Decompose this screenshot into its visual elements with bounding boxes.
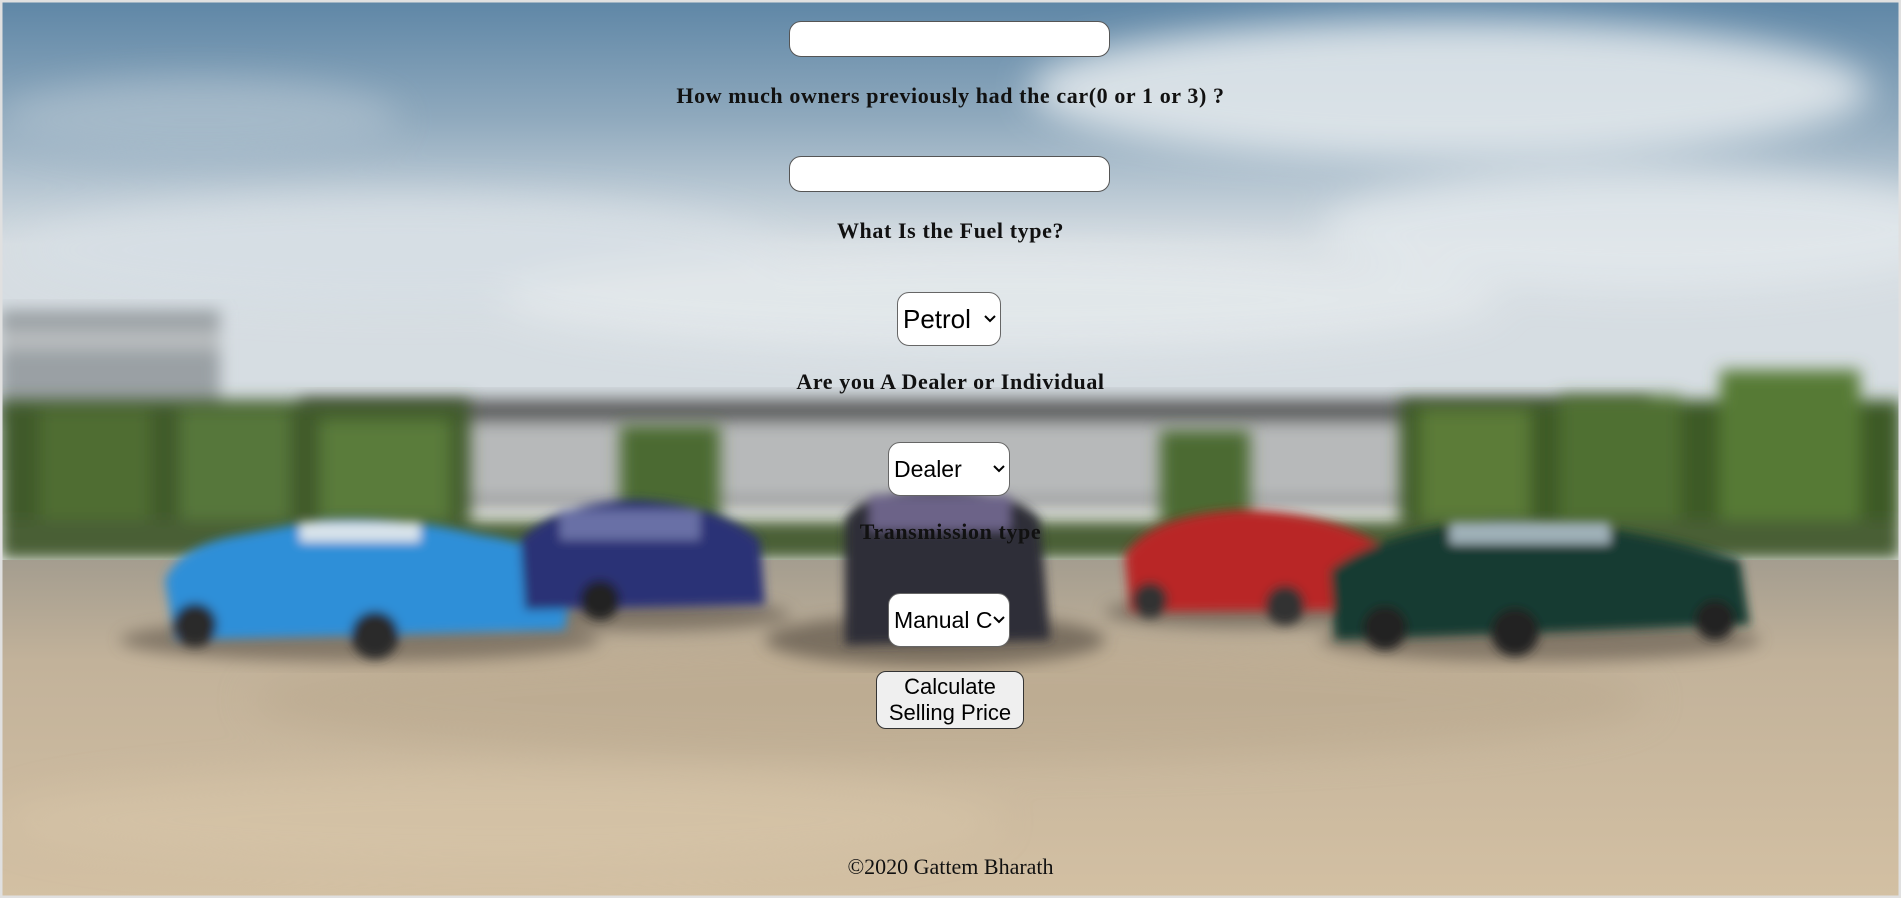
owners-question-label: How much owners previously had the car(0… [676,83,1225,108]
calculate-button-label-line2: Selling Price [888,700,1012,725]
fuel-type-selected-value: Petrol [903,303,971,334]
seller-type-selected-value: Dealer [894,455,962,482]
chevron-down-icon [992,465,1006,473]
calculate-button-label-line1: Calculate [904,674,996,699]
owners-input[interactable] [789,156,1110,192]
seller-question-label: Are you A Dealer or Individual [796,369,1105,394]
chevron-down-icon [992,616,1006,624]
transmission-type-select[interactable]: Manual C [888,593,1010,647]
transmission-question-label: Transmission type [859,519,1042,544]
fuel-question-label: What Is the Fuel type? [836,218,1065,243]
copyright-footer: ©2020 Gattem Bharath [847,854,1054,879]
calculate-selling-price-button[interactable]: Calculate Selling Price [876,671,1024,729]
seller-type-select[interactable]: Dealer [888,442,1010,496]
chevron-down-icon [983,315,997,323]
fuel-type-select[interactable]: Petrol [897,292,1001,346]
previous-field-input[interactable] [789,21,1110,57]
prediction-form: How much owners previously had the car(0… [0,0,1901,898]
transmission-type-selected-value: Manual C [894,606,992,633]
